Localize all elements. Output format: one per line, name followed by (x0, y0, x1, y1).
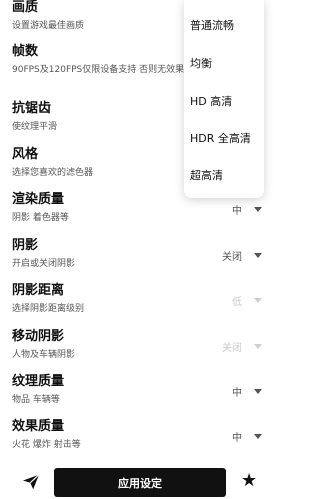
texture-quality-dropdown[interactable]: 中 (232, 384, 262, 399)
caret-down-icon (254, 253, 262, 258)
menu-item-hdr[interactable]: HDR 全高清 (190, 130, 251, 146)
menu-item-hd[interactable]: HD 高清 (190, 93, 232, 109)
menu-item-balanced[interactable]: 均衡 (190, 55, 212, 71)
setting-row-shadow[interactable]: 阴影 开启或关闭阴影 关闭 (12, 238, 270, 270)
setting-desc: 90FPS及120FPS仅限设备支持 否则无效果 (12, 65, 185, 75)
dropdown-value: 中 (232, 388, 242, 399)
dropdown-value: 中 (232, 433, 242, 444)
send-icon[interactable] (22, 474, 40, 490)
dropdown-value: 低 (232, 297, 242, 308)
effect-quality-dropdown[interactable]: 中 (232, 429, 262, 444)
setting-row-effect-quality[interactable]: 效果质量 火花 爆炸 射击等 中 (12, 419, 270, 451)
caret-down-icon (254, 389, 262, 394)
apply-settings-button[interactable]: 应用设定 (54, 468, 226, 497)
menu-item-ultra-hd[interactable]: 超高清 (190, 167, 223, 183)
caret-down-icon (254, 344, 262, 349)
setting-row-texture-quality[interactable]: 纹理质量 物品 车辆等 中 (12, 374, 270, 406)
bottom-bar: 应用设定 ★ (0, 464, 281, 499)
menu-item-smooth[interactable]: 普通流畅 (190, 17, 234, 33)
caret-down-icon (254, 434, 262, 439)
shadow-distance-dropdown[interactable]: 低 (232, 293, 262, 308)
render-quality-dropdown[interactable]: 中 (232, 202, 262, 217)
shadow-dropdown[interactable]: 关闭 (222, 248, 262, 263)
caret-down-icon (254, 207, 262, 212)
setting-row-shadow-distance[interactable]: 阴影距离 选择阴影距离级别 低 (12, 283, 270, 315)
caret-down-icon (254, 298, 262, 303)
dropdown-value: 中 (232, 206, 242, 217)
star-icon[interactable]: ★ (241, 471, 257, 491)
dropdown-value: 关闭 (222, 343, 242, 354)
setting-row-moving-shadow[interactable]: 移动阴影 人物及车辆阴影 关闭 (12, 329, 270, 361)
dropdown-value: 关闭 (222, 252, 242, 263)
quality-dropdown-menu: 普通流畅 均衡 HD 高清 HDR 全高清 超高清 (184, 0, 264, 198)
moving-shadow-dropdown[interactable]: 关闭 (222, 339, 262, 354)
